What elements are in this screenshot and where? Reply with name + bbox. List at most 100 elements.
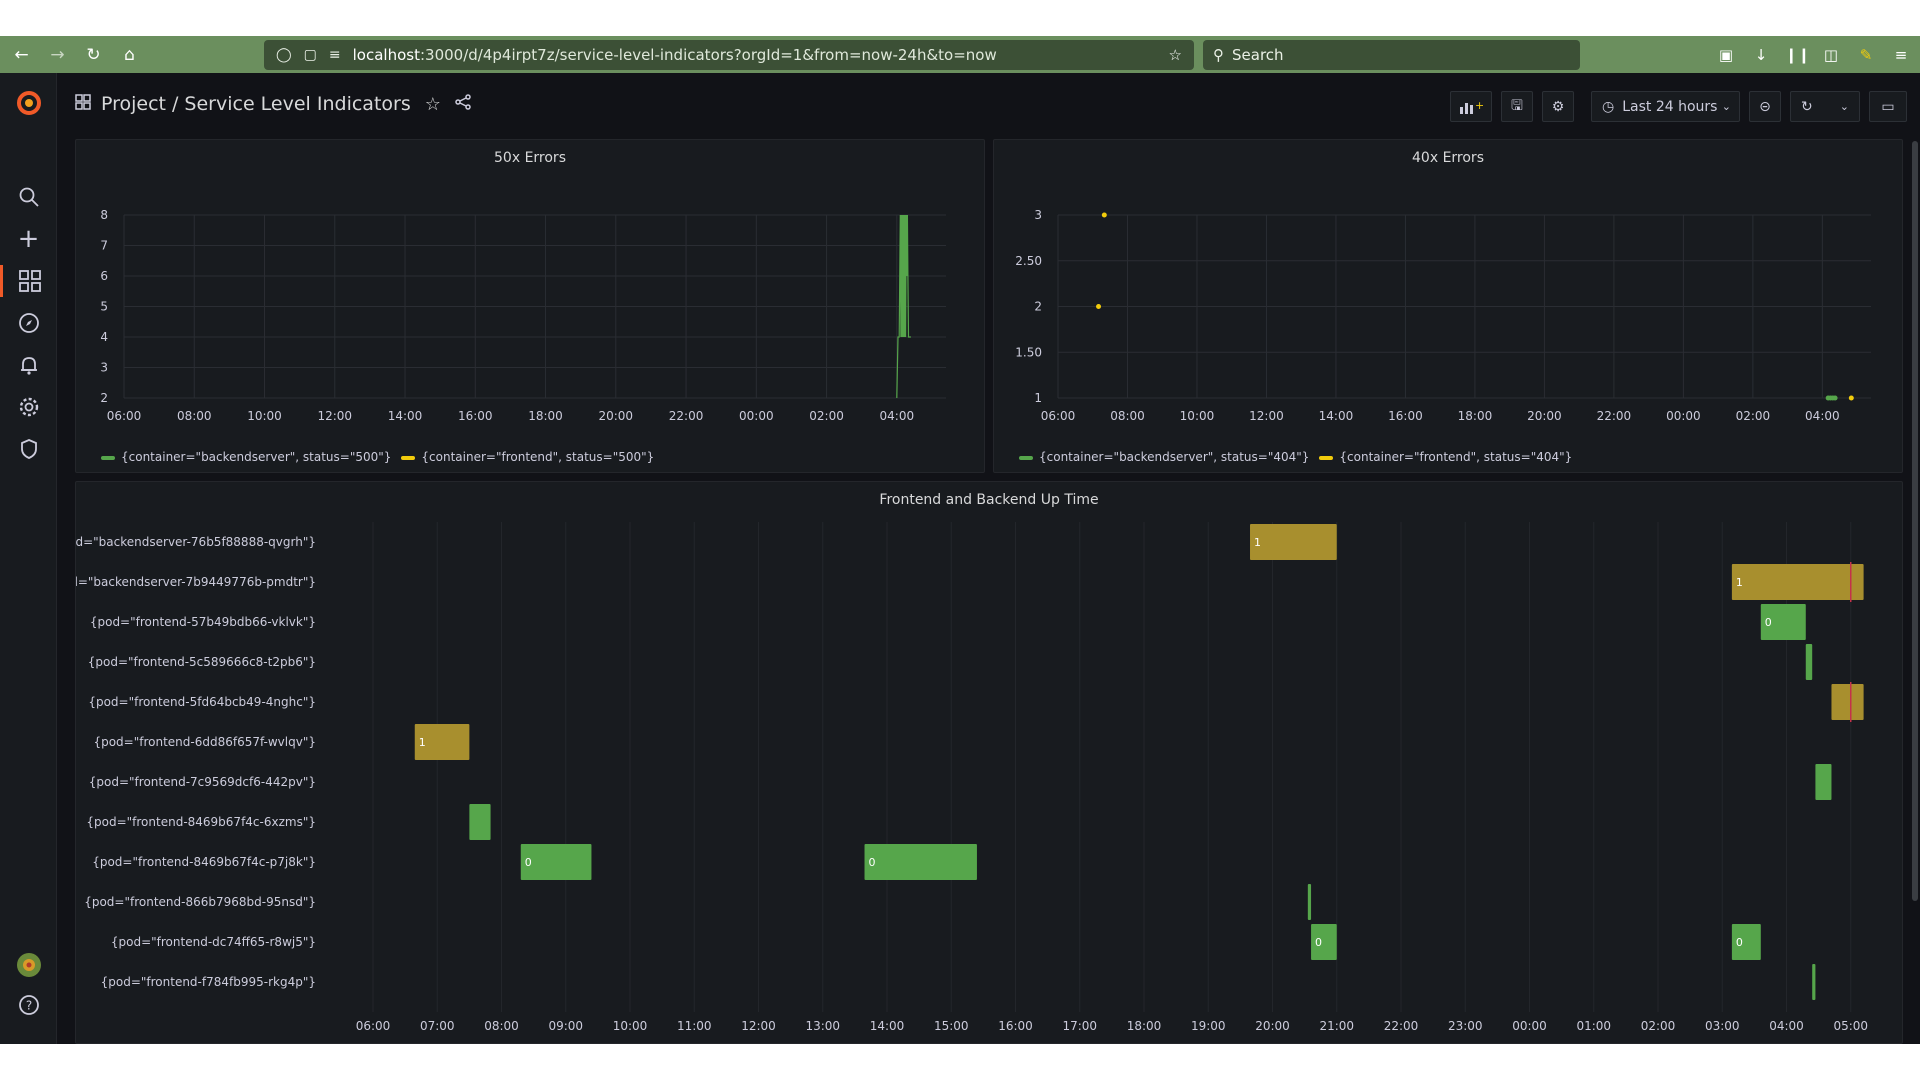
- chart-legend: {container="backendserver", status="404"…: [1019, 450, 1572, 464]
- reload-button[interactable]: ↻: [79, 40, 108, 69]
- dashboard-navbar: Project / Service Level Indicators ☆ + 🖫…: [57, 73, 1920, 139]
- state-value-label: 0: [869, 856, 876, 869]
- refresh-button[interactable]: ↻ ⌄: [1790, 91, 1860, 122]
- x-tick-label: 18:00: [1458, 409, 1493, 423]
- y-tick-label: 2.50: [1015, 254, 1042, 268]
- row-label: {pod="frontend-8469b67f4c-p7j8k"}: [92, 855, 316, 869]
- share-icon[interactable]: [455, 93, 471, 115]
- bookmark-star-icon[interactable]: ☆: [1169, 46, 1182, 64]
- create-plus-icon[interactable]: +: [0, 223, 57, 255]
- permissions-icon[interactable]: ≡: [329, 47, 341, 63]
- avatar[interactable]: [0, 949, 57, 981]
- x-tick-label: 20:00: [598, 409, 633, 423]
- x-tick-label: 06:00: [356, 1019, 391, 1033]
- row-label: {pod="frontend-f784fb995-rkg4p"}: [101, 975, 316, 989]
- browser-extension-icons: ▣ ↓ ❙❙ ◫ ✎ ≡: [1715, 36, 1912, 73]
- extension-icon[interactable]: ✎: [1855, 46, 1877, 64]
- row-label: {pod="frontend-57b49bdb66-vklvk"}: [90, 615, 316, 629]
- star-icon[interactable]: ☆: [425, 94, 441, 115]
- x-tick-label: 18:00: [1127, 1019, 1162, 1033]
- search-icon[interactable]: [0, 181, 57, 213]
- browser-toolbar: ← → ↻ ⌂ ◯ ▢ ≡ localhost:3000/d/4p4irpt7z…: [0, 36, 1920, 73]
- breadcrumb-folder[interactable]: Project: [101, 93, 166, 115]
- dashboards-grid-icon: [75, 93, 91, 115]
- x-tick-label: 17:00: [1062, 1019, 1097, 1033]
- row-label: {pod="frontend-7c9569dcf6-442pv"}: [89, 775, 316, 789]
- scrollbar[interactable]: [1912, 141, 1918, 901]
- x-tick-label: 05:00: [1833, 1019, 1868, 1033]
- y-tick-label: 5: [100, 300, 108, 314]
- state-value-label: 1: [1736, 576, 1743, 589]
- dashboards-icon[interactable]: [0, 265, 57, 297]
- x-tick-label: 22:00: [1597, 409, 1632, 423]
- state-bar: [1812, 964, 1816, 1000]
- svg-text:?: ?: [25, 999, 31, 1013]
- add-panel-button[interactable]: +: [1450, 91, 1492, 122]
- browser-search-field[interactable]: ⚲ Search: [1203, 40, 1580, 70]
- menu-icon[interactable]: ≡: [1890, 46, 1912, 64]
- zoom-out-button[interactable]: ⊝: [1749, 91, 1781, 122]
- state-bar: [1805, 644, 1813, 680]
- x-tick-label: 12:00: [741, 1019, 776, 1033]
- x-tick-label: 08:00: [484, 1019, 519, 1033]
- x-tick-label: 22:00: [669, 409, 704, 423]
- sidebar-icon[interactable]: ◫: [1820, 46, 1842, 64]
- grafana-logo-icon[interactable]: [0, 87, 57, 119]
- x-tick-label: 10:00: [247, 409, 282, 423]
- url-bar[interactable]: ◯ ▢ ≡ localhost:3000/d/4p4irpt7z/service…: [264, 40, 1194, 70]
- y-tick-label: 2: [100, 391, 108, 405]
- page-title[interactable]: Service Level Indicators: [184, 93, 410, 115]
- refresh-interval-chevron-icon[interactable]: ⌄: [1840, 100, 1849, 113]
- dashboard-settings-button[interactable]: ⚙: [1542, 91, 1574, 122]
- configuration-gear-icon[interactable]: [0, 391, 57, 423]
- x-tick-label: 14:00: [1319, 409, 1354, 423]
- forward-button[interactable]: →: [43, 40, 72, 69]
- home-button[interactable]: ⌂: [115, 40, 144, 69]
- library-icon[interactable]: ❙❙: [1785, 46, 1810, 64]
- state-value-label: 0: [1315, 936, 1322, 949]
- series-line: [896, 214, 911, 399]
- y-tick-label: 3: [100, 361, 108, 375]
- legend-item[interactable]: {container="backendserver", status="500"…: [101, 450, 391, 464]
- zoom-out-icon: ⊝: [1759, 98, 1771, 115]
- x-tick-label: 01:00: [1576, 1019, 1611, 1033]
- server-admin-shield-icon[interactable]: [0, 433, 57, 465]
- x-tick-label: 22:00: [1384, 1019, 1419, 1033]
- x-tick-label: 14:00: [388, 409, 423, 423]
- state-bar: [1831, 684, 1864, 720]
- page-icon: ▢: [303, 47, 317, 63]
- url-path: :3000/d/4p4irpt7z/service-level-indicato…: [419, 46, 997, 64]
- legend-item[interactable]: {container="frontend", status="404"}: [1319, 450, 1572, 464]
- state-value-label: 0: [1736, 936, 1743, 949]
- download-icon[interactable]: ↓: [1750, 46, 1772, 64]
- x-tick-label: 04:00: [1769, 1019, 1804, 1033]
- chevron-down-icon: ⌄: [1721, 100, 1731, 113]
- help-icon[interactable]: ?: [0, 989, 57, 1021]
- browser-window: { "browser": { "url_host": "localhost", …: [0, 0, 1920, 1080]
- x-tick-label: 00:00: [1512, 1019, 1547, 1033]
- clock-icon: ◷: [1602, 98, 1615, 115]
- row-label: {pod="frontend-5fd64bcb49-4nghc"}: [88, 695, 316, 709]
- x-tick-label: 10:00: [613, 1019, 648, 1033]
- alerting-bell-icon[interactable]: [0, 349, 57, 381]
- view-mode-button[interactable]: ▭: [1869, 91, 1907, 122]
- x-tick-label: 16:00: [1388, 409, 1423, 423]
- svg-text:+: +: [1475, 99, 1483, 112]
- data-point: [1848, 395, 1854, 401]
- legend-item[interactable]: {container="backendserver", status="404"…: [1019, 450, 1309, 464]
- chart-legend: {container="backendserver", status="500"…: [101, 450, 654, 464]
- url-host: localhost: [352, 46, 420, 64]
- y-tick-label: 7: [100, 239, 108, 253]
- chart-40x-errors: 1 1.50 2 2.50 3 06:00 08:00 10:00 12:00 14:00 16:0…: [1015, 208, 1871, 423]
- time-picker-button[interactable]: ◷ Last 24 hours ⌄: [1591, 91, 1740, 122]
- save-dashboard-button[interactable]: 🖫: [1501, 91, 1533, 122]
- explore-compass-icon[interactable]: [0, 307, 57, 339]
- chart-50x-errors: 2 3 4 5 6 7 8 06:00 08:00 10:00 12:00 14:00 16:00 18:…: [100, 208, 946, 423]
- x-tick-label: 04:00: [880, 409, 915, 423]
- back-button[interactable]: ←: [7, 40, 36, 69]
- row-label: {pod="frontend-dc74ff65-r8wj5"}: [111, 935, 316, 949]
- legend-item[interactable]: {container="frontend", status="500"}: [401, 450, 654, 464]
- pocket-icon[interactable]: ▣: [1715, 46, 1737, 64]
- state-value-label: 1: [1254, 536, 1261, 549]
- monitor-icon: ▭: [1881, 98, 1895, 115]
